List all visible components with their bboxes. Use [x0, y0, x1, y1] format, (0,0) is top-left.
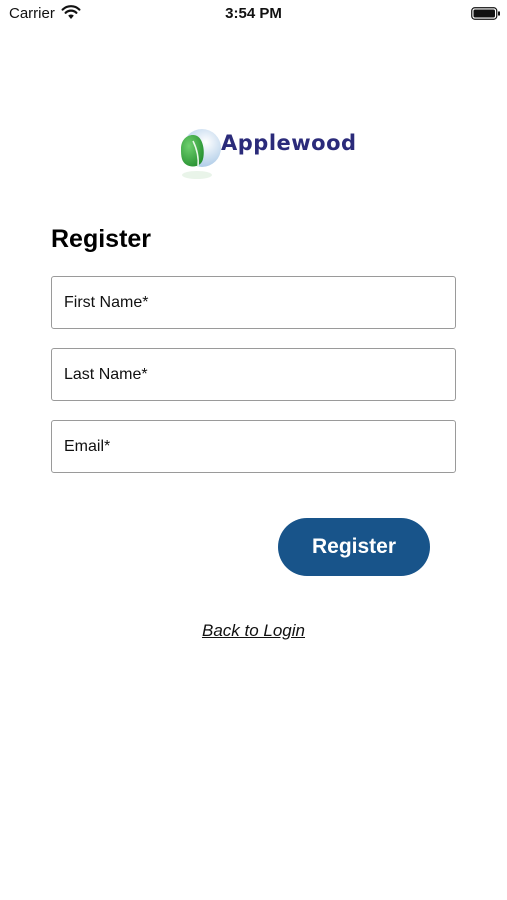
status-time: 3:54 PM [225, 5, 282, 22]
register-button[interactable]: Register [278, 518, 430, 576]
status-bar: Carrier 3:54 PM [0, 0, 507, 28]
page-title: Register [51, 225, 152, 253]
first-name-input[interactable] [51, 276, 456, 329]
email-input[interactable] [51, 420, 456, 473]
logo-text: Applewood [221, 131, 357, 155]
last-name-input[interactable] [51, 348, 456, 401]
applewood-logo-icon [181, 129, 221, 179]
battery-icon [471, 7, 500, 20]
app-logo: Applewood [177, 127, 356, 183]
back-to-login-link[interactable]: Back to Login [0, 621, 507, 641]
